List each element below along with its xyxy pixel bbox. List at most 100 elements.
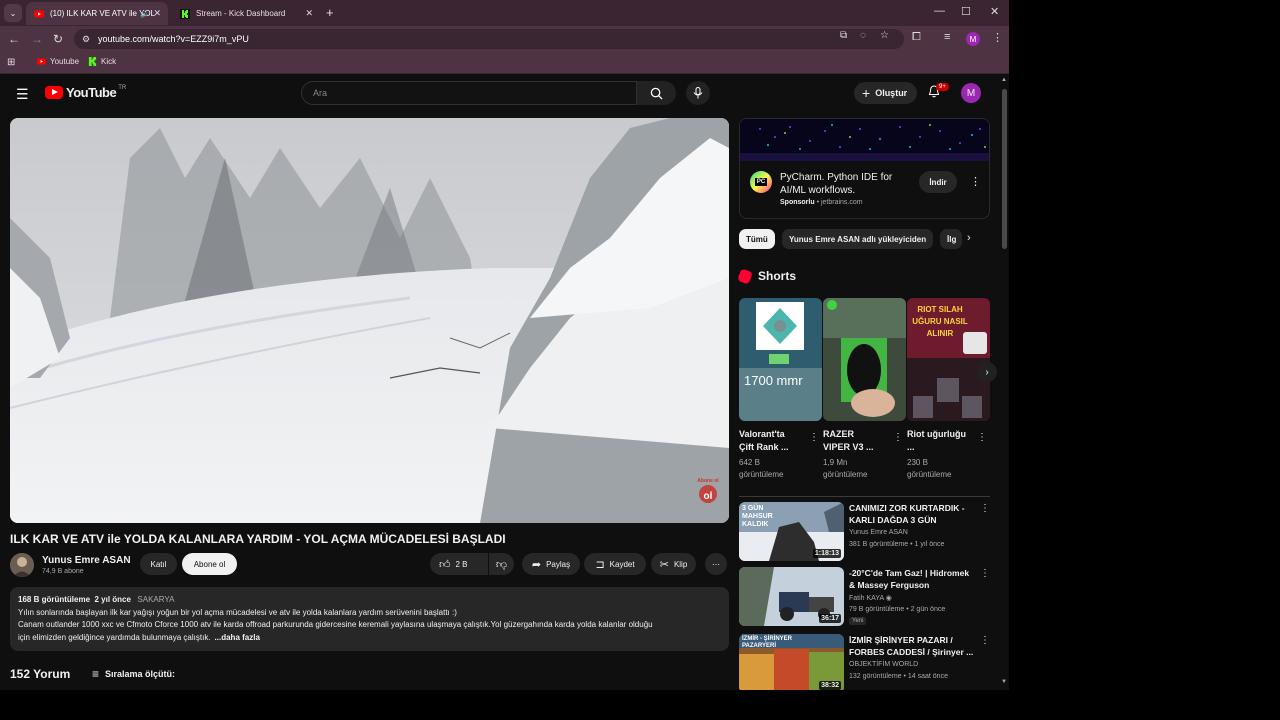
window-close-icon[interactable]: ✕: [990, 5, 999, 18]
ad-download-button[interactable]: İndir: [919, 171, 957, 193]
ad-title: PyCharm. Python IDE for AI/ML workflows.: [780, 172, 893, 196]
clip-label: Klip: [673, 559, 688, 569]
recommended-video[interactable]: 3 GÜN MAHSUR KALDIK 1:18:13 CANIMIZI ZOR…: [739, 502, 990, 562]
bookmarks-bar: ⊞ Youtube Kick: [0, 52, 1009, 74]
sponsored-ad[interactable]: PC PyCharm. Python IDE for AI/ML workflo…: [739, 118, 990, 219]
short-item[interactable]: RIOT SILAH UĞURU NASIL ALINIR Riot uğurl…: [907, 298, 990, 481]
description-line: Canam outlander 1000 xxc ve Cfmoto Cforc…: [18, 620, 653, 629]
video-player[interactable]: ol Abone ol: [10, 118, 729, 523]
audio-icon[interactable]: 🔈: [140, 9, 150, 18]
recommended-video[interactable]: İZMİR - ŞİRİNYER PAZARYERİ 38:32 İZMİR Ş…: [739, 634, 990, 690]
chip-all[interactable]: Tümü: [739, 229, 775, 249]
description-box[interactable]: 168 B görüntüleme 2 yıl önce SAKARYA Yıl…: [10, 587, 729, 651]
shorts-next-button[interactable]: ›: [977, 362, 997, 382]
new-tab-icon[interactable]: +: [326, 5, 334, 20]
pycharm-logo-text: PC: [754, 178, 768, 186]
bookmark-star-icon[interactable]: ☆: [880, 30, 889, 41]
scroll-up-icon[interactable]: ▲: [1001, 77, 1007, 83]
close-tab-icon[interactable]: ✕: [305, 8, 313, 19]
video-frame: [10, 118, 729, 523]
tab-search-button[interactable]: ⌄: [4, 4, 22, 22]
channel-name[interactable]: Yunus Emre ASAN: [42, 555, 131, 566]
site-info-icon[interactable]: ⚙: [82, 34, 90, 45]
toolbar: ← → ↻ ⚙ youtube.com/watch?v=EZZ9i7m_vPU …: [0, 26, 1009, 52]
location-tag[interactable]: SAKARYA: [137, 595, 174, 604]
microphone-icon: [693, 87, 703, 99]
ad-sponsor-line: Sponsorlu • jetbrains.com: [780, 199, 863, 206]
video-menu-icon[interactable]: ⋮: [980, 635, 990, 646]
bookmark-youtube[interactable]: Youtube: [37, 57, 79, 66]
eye-off-icon[interactable]: ◌: [860, 30, 866, 41]
save-button[interactable]: ⊐ Kaydet: [584, 553, 646, 575]
short-item[interactable]: RAZER VIPER V3 ... 1,9 Mn görüntüleme ⋮: [823, 298, 906, 481]
upload-age: 2 yıl önce: [94, 595, 131, 604]
voice-search-button[interactable]: [686, 81, 710, 105]
shorts-header: Shorts: [737, 267, 797, 285]
scroll-down-icon[interactable]: ▼: [1001, 679, 1007, 685]
subscribe-button[interactable]: Abone ol: [182, 553, 237, 575]
bookmark-kick[interactable]: Kick: [88, 57, 116, 66]
back-icon[interactable]: ←: [8, 32, 20, 46]
address-bar[interactable]: ⚙ youtube.com/watch?v=EZZ9i7m_vPU: [74, 29, 904, 49]
channel-avatar[interactable]: [10, 553, 34, 577]
apps-grid-icon[interactable]: ⊞: [7, 57, 15, 68]
maximize-icon[interactable]: ☐: [961, 5, 971, 18]
tab-youtube[interactable]: (10) ILK KAR VE ATV ile YOL 🔈 ✕: [26, 2, 168, 25]
short-overlay-text: 1700 mmr: [744, 373, 803, 388]
search-input[interactable]: Ara: [301, 81, 637, 105]
chip-uploader[interactable]: Yunus Emre ASAN adlı yükleyiciden: [782, 229, 934, 249]
menu-icon[interactable]: ☰: [16, 86, 29, 103]
clip-button[interactable]: ✂ Klip: [651, 553, 696, 575]
join-button[interactable]: Katıl: [140, 553, 177, 575]
create-button[interactable]: + Oluştur: [854, 82, 918, 104]
short-thumbnail: [823, 298, 906, 421]
ad-banner: [740, 119, 989, 161]
short-menu-icon[interactable]: ⋮: [893, 432, 903, 443]
video-menu-icon[interactable]: ⋮: [980, 503, 990, 514]
more-actions-button[interactable]: ⋯: [705, 553, 727, 575]
dislike-button[interactable]: 👎︎: [489, 553, 514, 575]
scrollbar-thumb[interactable]: [1002, 89, 1007, 249]
chip-related[interactable]: İlg: [940, 229, 962, 249]
account-avatar[interactable]: M: [961, 83, 981, 103]
shorts-title: Shorts: [758, 269, 797, 283]
svg-text:ol: ol: [704, 491, 713, 502]
video-duration: 38:32: [819, 681, 841, 690]
country-code: TR: [118, 85, 127, 91]
youtube-logo[interactable]: YouTube TR: [45, 85, 126, 100]
video-title: İZMİR ŞİRİNYER PAZARI / FORBES CADDESİ /…: [849, 635, 974, 657]
new-badge: Yeni: [849, 617, 867, 625]
sort-comments-button[interactable]: ≡ Sıralama ölçütü:: [92, 667, 175, 681]
minimize-icon[interactable]: —: [934, 5, 945, 17]
subscribe-watermark[interactable]: ol Abone ol: [697, 479, 719, 504]
media-control-icon[interactable]: ≡: [944, 31, 950, 43]
search-button[interactable]: [637, 81, 676, 105]
close-tab-icon[interactable]: ✕: [153, 8, 161, 19]
video-menu-icon[interactable]: ⋮: [980, 568, 990, 579]
browser-menu-icon[interactable]: ⋮: [992, 31, 1003, 44]
short-menu-icon[interactable]: ⋮: [977, 432, 987, 443]
short-item[interactable]: 1700 mmr Valorant'ta Çift Rank ... 642 B…: [739, 298, 822, 481]
plus-icon: +: [862, 85, 871, 101]
profile-avatar[interactable]: M: [966, 32, 980, 46]
page-scrollbar[interactable]: ▲ ▼: [1000, 75, 1009, 690]
show-more-link[interactable]: ...daha fazla: [215, 633, 260, 642]
tab-kick[interactable]: Stream - Kick Dashboard ✕: [172, 2, 320, 25]
install-app-icon[interactable]: ⧉: [840, 30, 847, 41]
video-thumbnail: İZMİR - ŞİRİNYER PAZARYERİ 38:32: [739, 634, 844, 690]
forward-icon[interactable]: →: [31, 32, 43, 46]
scissors-icon: ✂: [659, 558, 669, 571]
chip-scroll-next-icon[interactable]: ›: [967, 232, 971, 244]
short-title: Riot uğurluğu ...: [907, 429, 966, 452]
create-label: Oluştur: [875, 88, 908, 98]
like-button[interactable]: 👍︎ 2 B: [430, 553, 488, 575]
extensions-icon[interactable]: ⧠: [912, 31, 921, 44]
recommended-video[interactable]: 36:17 -20°C'de Tam Gaz! | Hidromek & Mas…: [739, 567, 990, 627]
description-meta: 168 B görüntüleme 2 yıl önce SAKARYA: [18, 594, 721, 607]
share-button[interactable]: ➦ Paylaş: [522, 553, 580, 575]
reload-icon[interactable]: ↻: [53, 32, 63, 46]
ad-menu-icon[interactable]: ⋮: [970, 175, 981, 188]
chevron-right-icon: ›: [985, 366, 989, 378]
short-menu-icon[interactable]: ⋮: [809, 432, 819, 443]
channel-name: Fatih KAYA ◉: [849, 594, 892, 602]
